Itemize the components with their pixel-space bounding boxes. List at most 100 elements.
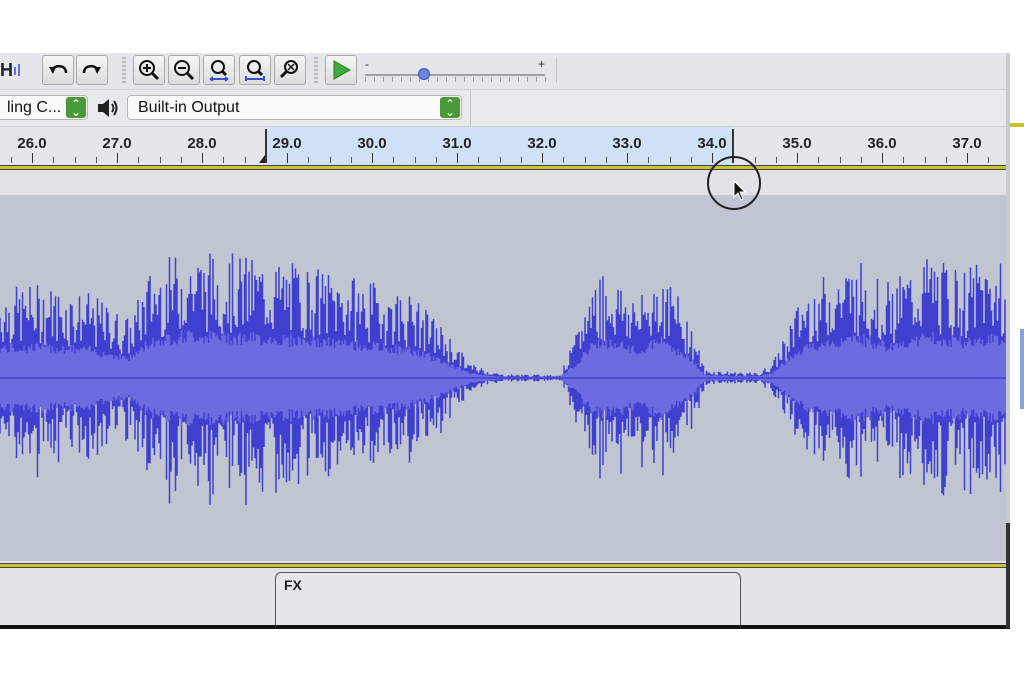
ruler-tick [903, 157, 905, 163]
track-border-edge [1010, 123, 1024, 127]
ruler-tick [967, 153, 968, 163]
ruler-tick [180, 157, 182, 163]
ruler-tick-label: 37.0 [952, 135, 982, 152]
zoom-toggle-icon [279, 60, 298, 79]
zoom-toggle-button[interactable] [274, 55, 306, 85]
waveform-edge [1020, 329, 1024, 409]
ruler-tick [605, 157, 607, 163]
ruler-tick [818, 157, 820, 163]
track-header-gap [0, 170, 1006, 195]
play-icon [333, 60, 352, 80]
slider-tick [545, 77, 546, 82]
mouse-cursor-highlight [707, 156, 761, 210]
slider-tick [509, 77, 510, 82]
slider-tick [473, 77, 474, 82]
chevron-updown-icon: ⌃ ⌄ [66, 97, 86, 118]
slider-tick [500, 77, 501, 82]
undo-button[interactable] [42, 55, 74, 85]
slider-tick [401, 77, 402, 82]
ruler-tick-label: 26.0 [17, 135, 47, 152]
ruler-tick [478, 157, 480, 163]
ruler-tick [499, 157, 501, 163]
fit-selection-button[interactable] [203, 55, 235, 85]
output-device-select[interactable]: Built-in Output ⌃ ⌄ [127, 95, 462, 120]
meter-toolbar-label: H [0, 59, 13, 80]
slider-tick [518, 77, 519, 82]
play-region-start-marker[interactable] [258, 155, 265, 163]
ruler-tick [244, 157, 246, 163]
meter-toolbar-icon[interactable]: H [0, 55, 24, 85]
ruler-tick-label: 34.0 [697, 135, 727, 152]
fit-project-icon [245, 60, 265, 81]
ruler-tick [712, 153, 713, 163]
ruler-tick [839, 157, 841, 163]
output-device-value: Built-in Output [138, 98, 240, 116]
chevron-updown-icon: ⌃ ⌄ [440, 97, 460, 118]
slider-min-label: - [365, 57, 369, 71]
zoom-in-button[interactable] [133, 55, 165, 85]
zoom-in-icon [139, 60, 160, 81]
ruler-tick [584, 157, 586, 163]
toolbar-divider [556, 57, 557, 83]
slider-tick [536, 77, 537, 82]
fit-project-button[interactable] [239, 55, 271, 85]
ruler-tick [53, 157, 55, 163]
ruler-tick [627, 153, 628, 163]
ruler-tick [457, 153, 458, 163]
ruler-tick [520, 157, 522, 163]
ruler-tick [10, 157, 12, 163]
ruler-tick [563, 157, 565, 163]
ruler-tick [95, 157, 97, 163]
ruler-tick [329, 157, 331, 163]
ruler-tick [754, 157, 756, 163]
play-at-speed-button[interactable] [325, 55, 357, 85]
slider-tick [374, 77, 375, 82]
ruler-tick-label: 31.0 [442, 135, 472, 152]
ruler-tick [435, 157, 437, 163]
effects-panel[interactable]: FX [275, 572, 741, 628]
ruler-tick [202, 153, 203, 163]
ruler-tick-label: 30.0 [357, 135, 387, 152]
slider-tick [383, 77, 384, 82]
ruler-tick-label: 33.0 [612, 135, 642, 152]
ruler-tick [138, 157, 140, 163]
ruler-tick [308, 157, 310, 163]
waveform[interactable] [0, 195, 1006, 561]
recording-device-select[interactable]: ling C... ⌃ ⌄ [0, 95, 88, 120]
toolbar-grip[interactable] [122, 57, 126, 83]
ruler-tick [988, 157, 990, 163]
slider-tick [446, 77, 447, 82]
ruler-tick [924, 157, 926, 163]
ruler-tick-label: 32.0 [527, 135, 557, 152]
ruler-tick [350, 157, 352, 163]
audio-track[interactable] [0, 195, 1006, 561]
device-toolbar: ling C... ⌃ ⌄ Built-in Output ⌃ ⌄ [0, 90, 1006, 127]
ruler-tick [159, 157, 161, 163]
slider-tick [527, 77, 528, 82]
slider-track[interactable] [365, 74, 545, 76]
selection-boundary[interactable] [264, 129, 267, 163]
ruler-tick [775, 157, 777, 163]
toolbar-divider [470, 90, 471, 126]
ruler-tick-label: 28.0 [187, 135, 217, 152]
ruler-tick [669, 157, 671, 163]
ruler-tick [797, 153, 798, 163]
panel-edge [1006, 523, 1010, 628]
slider-tick [392, 77, 393, 82]
timeline-ruler[interactable]: 26.0 27.0 28.0 29.0 30.0 31.0 32.0 33.0 34.0 35.0… [0, 127, 1006, 165]
ruler-tick [648, 157, 650, 163]
speaker-icon [95, 95, 121, 121]
ruler-tick-label: 29.0 [272, 135, 302, 152]
ruler-tick [372, 153, 373, 163]
ruler-tick-label: 36.0 [867, 135, 897, 152]
fit-selection-icon [209, 60, 229, 82]
ruler-tick [945, 157, 947, 163]
undo-arrow-icon [49, 64, 68, 74]
slider-tick [482, 77, 483, 82]
redo-button[interactable] [76, 55, 108, 85]
zoom-out-button[interactable] [168, 55, 200, 85]
window-right-edge [1006, 53, 1024, 628]
toolbar-grip[interactable] [314, 57, 318, 83]
playback-speed-slider[interactable]: - + [365, 57, 546, 85]
ruler-tick [74, 157, 76, 163]
